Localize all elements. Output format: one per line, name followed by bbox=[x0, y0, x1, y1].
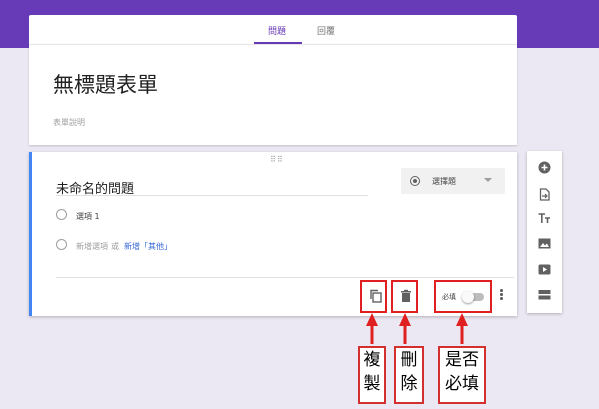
required-annotation: 是否 必填 bbox=[438, 346, 486, 404]
copy-annotation-line2: 製 bbox=[363, 374, 381, 394]
required-annotation-line1: 是否 bbox=[445, 350, 479, 370]
annotation-arrows bbox=[366, 313, 468, 344]
delete-annotation: 刪 除 bbox=[394, 346, 424, 404]
delete-annotation-line2: 除 bbox=[400, 374, 418, 394]
delete-annotation-line1: 刪 bbox=[400, 350, 418, 370]
copy-annotation: 複 製 bbox=[358, 346, 386, 404]
required-annotation-line2: 必填 bbox=[445, 374, 479, 394]
copy-annotation-line1: 複 bbox=[363, 350, 381, 370]
